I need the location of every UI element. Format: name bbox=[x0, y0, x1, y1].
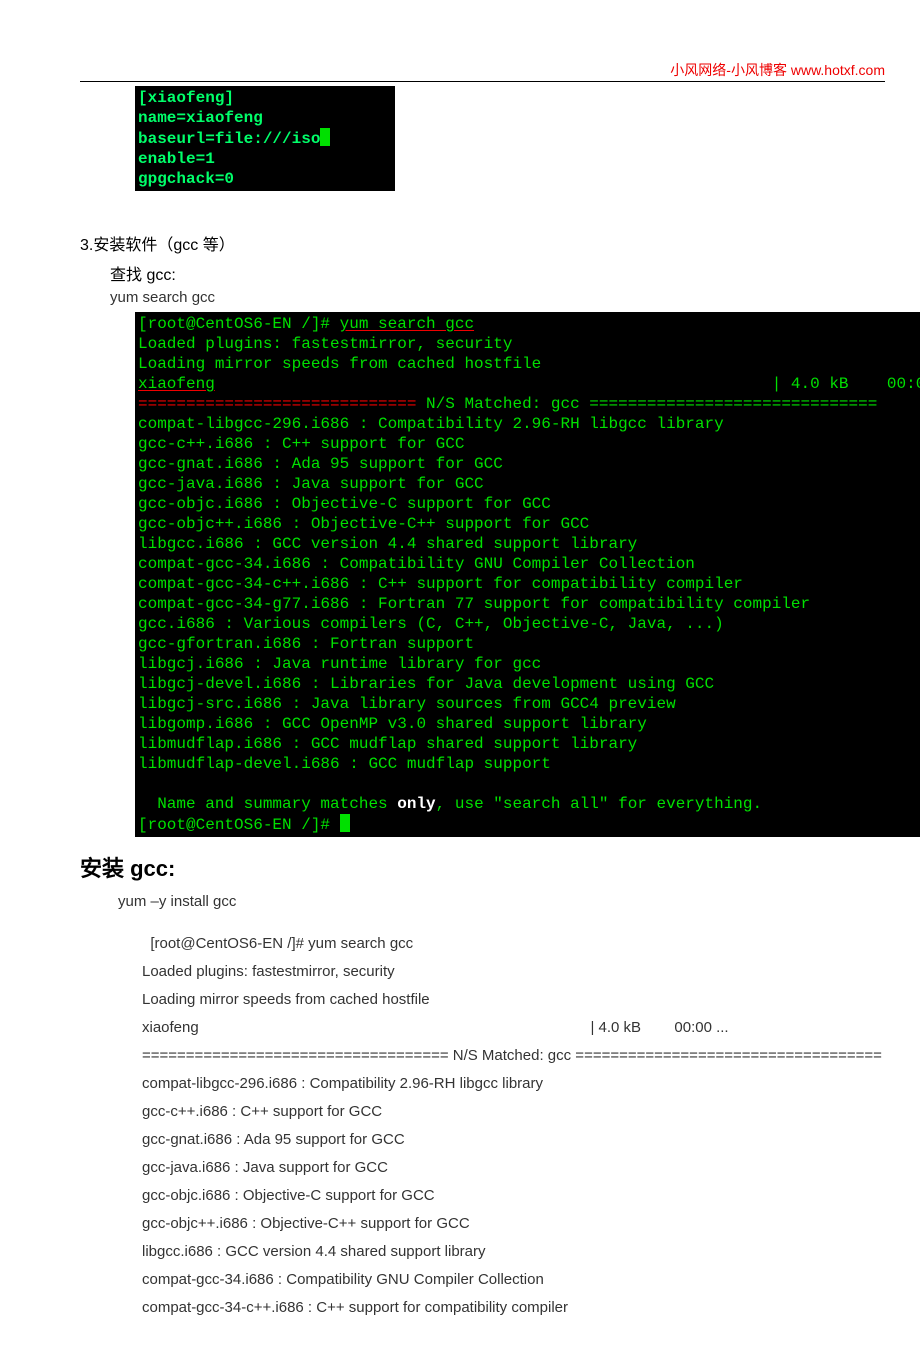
term-pkg: compat-gcc-34.i686 : Compatibility GNU C… bbox=[138, 555, 695, 573]
term-eq-right: ============================== bbox=[589, 395, 877, 413]
term-pkg: libgomp.i686 : GCC OpenMP v3.0 shared su… bbox=[138, 715, 647, 733]
term-only: only bbox=[397, 795, 435, 813]
out-line: compat-libgcc-296.i686 : Compatibility 2… bbox=[142, 1070, 880, 1098]
out-line: Loading mirror speeds from cached hostfi… bbox=[142, 986, 880, 1014]
term-line: [xiaofeng] bbox=[138, 89, 234, 107]
term-pkg: libgcj-devel.i686 : Libraries for Java d… bbox=[138, 675, 714, 693]
term-line: gpgchack=0 bbox=[138, 170, 234, 188]
find-label: 查找 gcc: bbox=[110, 261, 920, 285]
term-line: Loading mirror speeds from cached hostfi… bbox=[138, 355, 541, 373]
term-prompt: [root@CentOS6-EN /]# bbox=[138, 315, 340, 333]
term-pkg: libgcj.i686 : Java runtime library for g… bbox=[138, 655, 541, 673]
out-line: gcc-java.i686 : Java support for GCC bbox=[142, 1154, 880, 1182]
term-pkg: gcc-objc.i686 : Objective-C support for … bbox=[138, 495, 551, 513]
term-time: 00:00 ... bbox=[887, 375, 920, 393]
out-line: gcc-gnat.i686 : Ada 95 support for GCC bbox=[142, 1126, 880, 1154]
term-pkg: gcc-gfortran.i686 : Fortran support bbox=[138, 635, 474, 653]
term-spacer bbox=[215, 375, 772, 393]
term-pkg: libgcj-src.i686 : Java library sources f… bbox=[138, 695, 676, 713]
out-line: gcc-c++.i686 : C++ support for GCC bbox=[142, 1098, 880, 1126]
find-command: yum search gcc bbox=[110, 289, 920, 306]
out-line: gcc-objc.i686 : Objective-C support for … bbox=[142, 1182, 880, 1210]
term-size: | 4.0 kB bbox=[772, 375, 849, 393]
header-site-link: 小风网络-小风博客 www.hotxf.com bbox=[670, 60, 885, 80]
term-pkg: libmudflap-devel.i686 : GCC mudflap supp… bbox=[138, 755, 551, 773]
term-eq-left: ============================= bbox=[138, 395, 416, 413]
term-prompt2: [root@CentOS6-EN /]# bbox=[138, 816, 340, 834]
terminal-repo-file: [xiaofeng] name=xiaofeng baseurl=file://… bbox=[135, 86, 395, 191]
term-line: Loaded plugins: fastestmirror, security bbox=[138, 335, 512, 353]
term-pkg: gcc-java.i686 : Java support for GCC bbox=[138, 475, 484, 493]
term-hint: Name and summary matches bbox=[138, 795, 397, 813]
step-title: 3.安装软件（gcc 等） bbox=[80, 231, 920, 255]
terminal-yum-search: [root@CentOS6-EN /]# yum search gcc Load… bbox=[135, 312, 920, 837]
term-pkg: libgcc.i686 : GCC version 4.4 shared sup… bbox=[138, 535, 637, 553]
term-hint-post: , use "search all" for everything. bbox=[436, 795, 762, 813]
output-text-block: [root@CentOS6-EN /]# yum search gccLoade… bbox=[142, 930, 880, 1322]
document-page: 小风网络-小风博客 www.hotxf.com [xiaofeng] name=… bbox=[0, 0, 920, 1362]
out-line: [root@CentOS6-EN /]# yum search gcc bbox=[142, 930, 880, 958]
term-pkg: compat-gcc-34-g77.i686 : Fortran 77 supp… bbox=[138, 595, 810, 613]
out-line: Loaded plugins: fastestmirror, security bbox=[142, 958, 880, 986]
term-match: N/S Matched: gcc bbox=[416, 395, 589, 413]
term-pkg: libmudflap.i686 : GCC mudflap shared sup… bbox=[138, 735, 637, 753]
cursor-icon bbox=[340, 814, 350, 832]
term-pkg: compat-gcc-34-c++.i686 : C++ support for… bbox=[138, 575, 743, 593]
term-repo: xiaofeng bbox=[138, 375, 215, 393]
out-line: =================================== N/S … bbox=[142, 1042, 880, 1070]
cursor-icon bbox=[320, 128, 330, 146]
out-line: compat-gcc-34.i686 : Compatibility GNU C… bbox=[142, 1266, 880, 1294]
term-pkg: gcc.i686 : Various compilers (C, C++, Ob… bbox=[138, 615, 724, 633]
out-line: compat-gcc-34-c++.i686 : C++ support for… bbox=[142, 1294, 880, 1322]
term-line: enable=1 bbox=[138, 150, 215, 168]
term-pkg: compat-libgcc-296.i686 : Compatibility 2… bbox=[138, 415, 724, 433]
out-line: gcc-objc++.i686 : Objective-C++ support … bbox=[142, 1210, 880, 1238]
out-line: libgcc.i686 : GCC version 4.4 shared sup… bbox=[142, 1238, 880, 1266]
term-cmd: yum search gcc bbox=[340, 315, 474, 333]
term-pkg: gcc-gnat.i686 : Ada 95 support for GCC bbox=[138, 455, 503, 473]
term-pkg: gcc-objc++.i686 : Objective-C++ support … bbox=[138, 515, 589, 533]
document-content: [xiaofeng] name=xiaofeng baseurl=file://… bbox=[0, 82, 920, 1322]
term-line: baseurl=file:///iso bbox=[138, 130, 320, 148]
header-rule: 小风网络-小风博客 www.hotxf.com bbox=[80, 60, 885, 82]
install-heading: 安装 gcc: bbox=[80, 851, 920, 883]
install-command: yum –y install gcc bbox=[118, 893, 920, 910]
out-line: xiaofeng | 4.0 kB 00:00 ... bbox=[142, 1014, 880, 1042]
term-line: name=xiaofeng bbox=[138, 109, 263, 127]
term-pkg: gcc-c++.i686 : C++ support for GCC bbox=[138, 435, 464, 453]
